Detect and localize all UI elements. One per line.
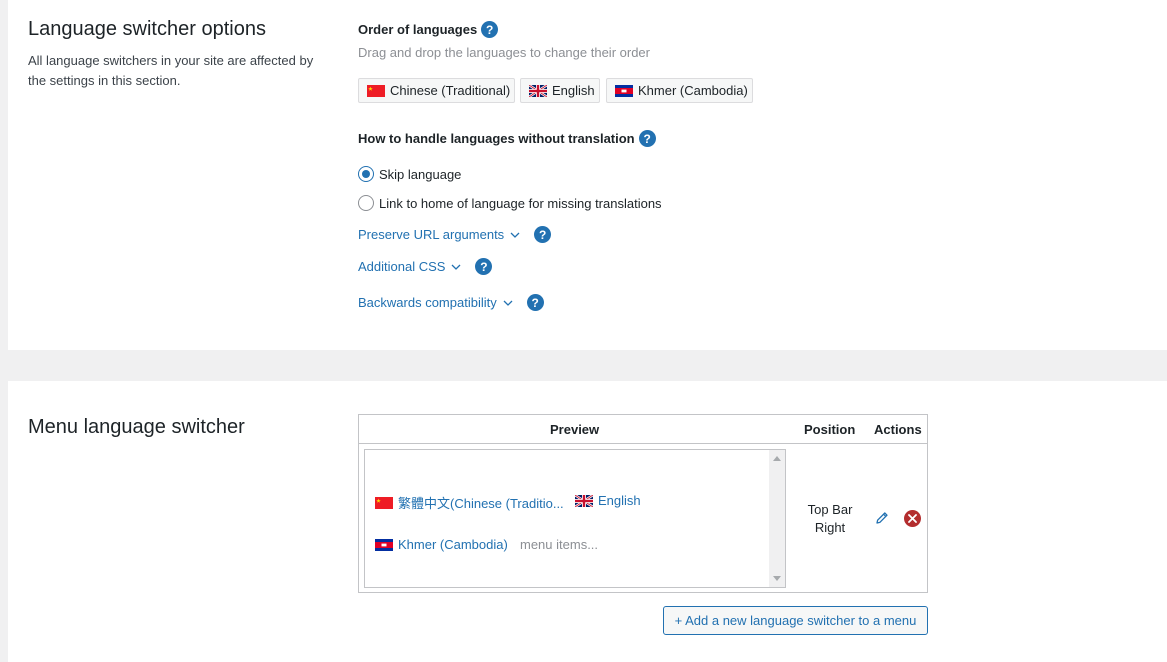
add-language-switcher-button[interactable]: + Add a new language switcher to a menu xyxy=(663,606,928,635)
help-icon[interactable]: ? xyxy=(526,294,544,311)
language-chip-chinese[interactable]: Chinese (Traditional) xyxy=(358,78,515,103)
toggle-label[interactable]: Backwards compatibility xyxy=(358,295,497,310)
section-title: Language switcher options xyxy=(28,18,266,40)
scroll-down-arrow[interactable] xyxy=(773,576,781,581)
table-header: Preview Position Actions xyxy=(359,415,927,444)
preview-item-label: 繁體中文(Chinese (Traditio... xyxy=(398,496,564,511)
position-line: Top Bar xyxy=(807,502,853,517)
flag-uk-icon xyxy=(529,84,547,97)
preview-item-label: Khmer (Cambodia) xyxy=(398,537,508,552)
toggle-label[interactable]: Preserve URL arguments xyxy=(358,227,504,242)
help-icon[interactable]: ? xyxy=(638,130,656,147)
preview-item-khmer: Khmer (Cambodia) xyxy=(375,537,508,552)
position-cell: Top Bar Right xyxy=(799,501,861,537)
preview-scrollbar[interactable] xyxy=(769,450,785,587)
radio-button[interactable] xyxy=(358,195,374,211)
menu-switcher-table: Preview Position Actions 繁體中文(Chinese (T… xyxy=(358,414,928,593)
toggle-additional-css[interactable]: Additional CSS ? xyxy=(358,258,493,275)
preview-item-chinese: 繁體中文(Chinese (Traditio... xyxy=(375,493,564,512)
order-heading-label: Order of languages xyxy=(358,22,478,37)
radio-label: Skip language xyxy=(379,166,462,182)
language-chip-english[interactable]: English xyxy=(520,78,600,103)
language-chip-label: Khmer (Cambodia) xyxy=(638,83,748,98)
untranslated-heading-label: How to handle languages without translat… xyxy=(358,131,635,146)
chevron-down-icon[interactable] xyxy=(451,262,461,272)
column-header-position: Position xyxy=(804,422,856,437)
language-chip-khmer[interactable]: Khmer (Cambodia) xyxy=(606,78,753,103)
help-icon[interactable]: ? xyxy=(475,258,493,275)
chevron-down-icon[interactable] xyxy=(503,298,513,308)
toggle-preserve-url-arguments[interactable]: Preserve URL arguments ? xyxy=(358,226,552,243)
radio-skip-language[interactable]: Skip language xyxy=(358,166,461,182)
untranslated-heading: How to handle languages without translat… xyxy=(358,130,656,147)
preview-item-english: English xyxy=(575,493,641,508)
help-icon[interactable]: ? xyxy=(481,21,499,38)
scroll-up-arrow[interactable] xyxy=(773,456,781,461)
preview-item-menu-items: menu items... xyxy=(520,537,599,552)
order-of-languages-heading: Order of languages ? xyxy=(358,21,499,38)
flag-china-icon xyxy=(367,84,385,97)
pencil-icon[interactable] xyxy=(874,510,890,531)
section-title: Menu language switcher xyxy=(28,416,245,438)
flag-cambodia-icon xyxy=(375,538,393,551)
column-header-preview: Preview xyxy=(550,422,600,437)
flag-uk-icon xyxy=(575,494,593,507)
toggle-backwards-compatibility[interactable]: Backwards compatibility ? xyxy=(358,294,544,311)
radio-button-checked[interactable] xyxy=(358,166,374,182)
column-header-actions: Actions xyxy=(874,422,922,437)
menu-preview-box[interactable]: 繁體中文(Chinese (Traditio... English Khmer … xyxy=(364,449,786,588)
flag-china-icon xyxy=(375,496,393,509)
radio-label: Link to home of language for missing tra… xyxy=(379,195,662,211)
menu-switcher-panel: Menu language switcher Preview Position … xyxy=(8,381,1167,662)
chevron-down-icon[interactable] xyxy=(510,230,520,240)
toggle-label[interactable]: Additional CSS xyxy=(358,259,445,274)
position-line: Right xyxy=(814,520,846,535)
switcher-options-panel: Language switcher options All language s… xyxy=(8,0,1167,350)
help-icon[interactable]: ? xyxy=(534,226,552,243)
section-description: All language switchers in your site are … xyxy=(28,53,314,88)
language-chip-label: English xyxy=(552,83,595,98)
flag-cambodia-icon xyxy=(615,84,633,97)
language-chip-label: Chinese (Traditional) xyxy=(390,83,511,98)
order-hint: Drag and drop the languages to change th… xyxy=(358,45,650,60)
delete-icon[interactable] xyxy=(904,510,921,527)
preview-item-label: English xyxy=(598,493,641,508)
radio-link-to-home[interactable]: Link to home of language for missing tra… xyxy=(358,195,662,211)
